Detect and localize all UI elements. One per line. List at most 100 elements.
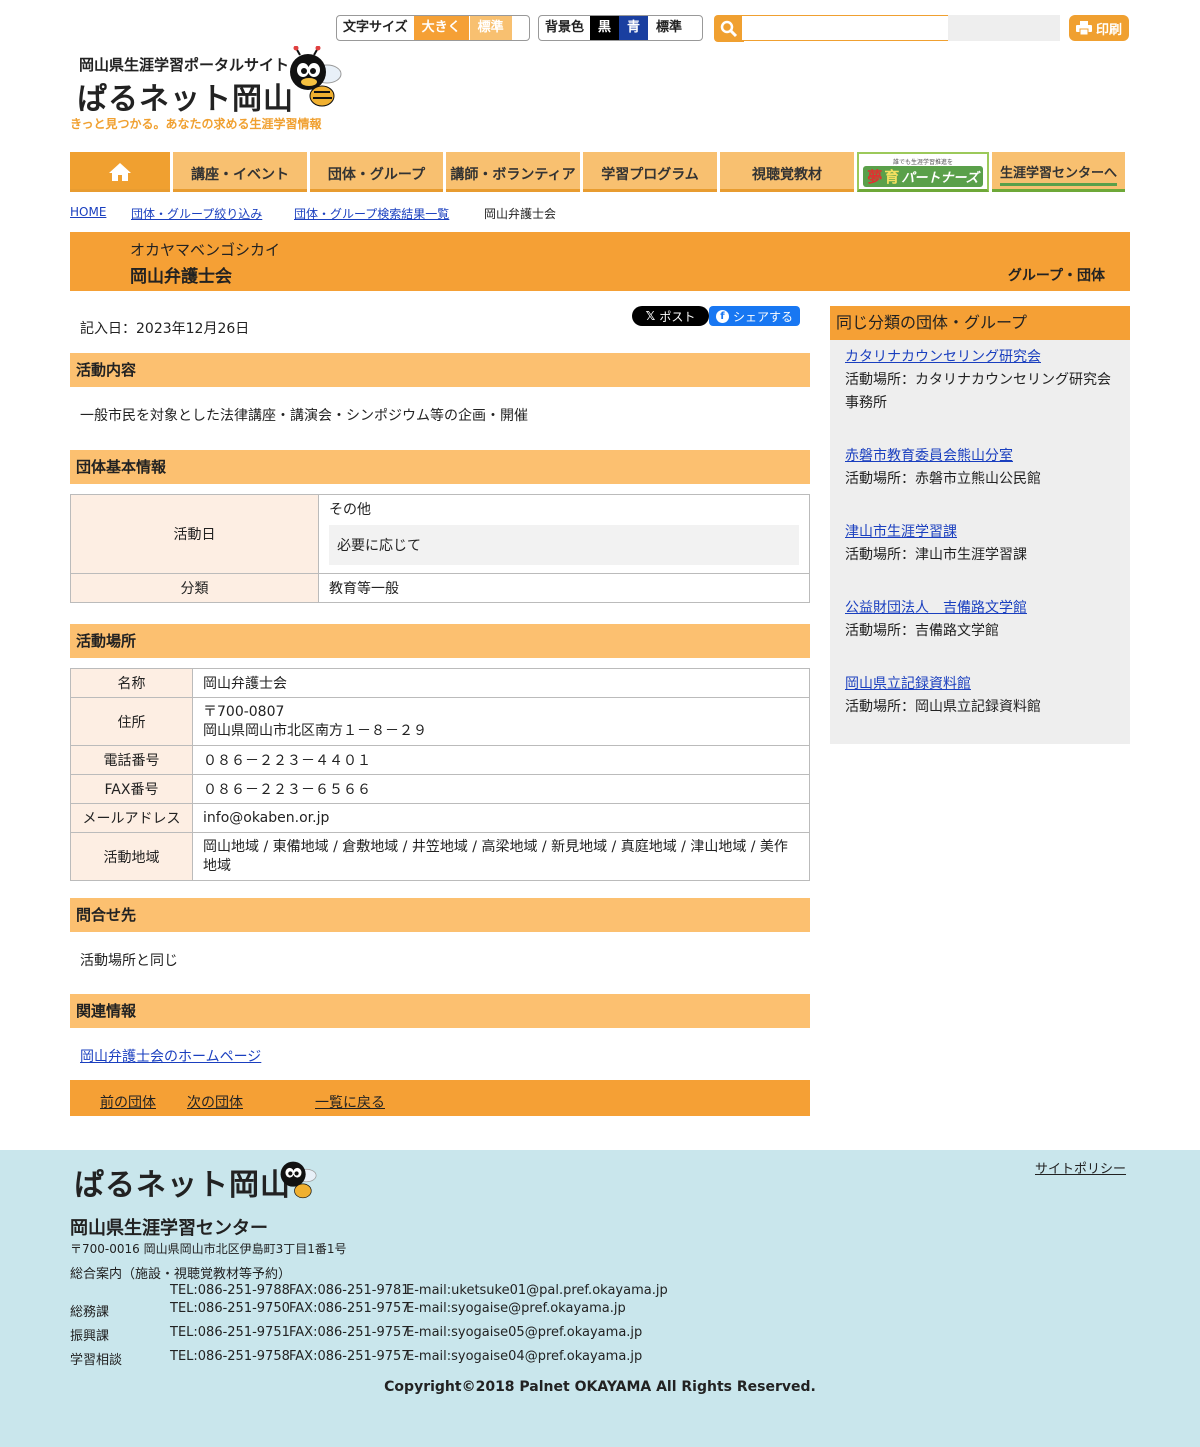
entry-date: 記入日：2023年12月26日 [80,321,250,337]
table-row: 活動地域 岡山地域 / 東備地域 / 倉敷地域 / 井笠地域 / 高梁地域 / … [70,832,810,881]
table-row: 活動日 その他 必要に応じて [70,494,810,574]
place-name-label: 名称 [70,668,193,698]
share-x-label: ポスト [659,309,696,324]
nav-partners-banner[interactable]: 誰でも生涯学習推進を 夢 育 パートナーズ [857,152,989,192]
activity-day-value: その他 [329,502,371,518]
nav-center-link[interactable]: 生涯学習センターへ [992,152,1125,192]
breadcrumb-results[interactable]: 団体・グループ検索結果一覧 [294,205,449,222]
logo-subtitle: 岡山県生涯学習ポータルサイト [79,56,290,74]
footer-row-fax: FAX:086-251-9757 [289,1301,410,1316]
breadcrumb-current: 岡山弁護士会 [484,207,557,221]
nav-av-materials[interactable]: 視聴覚教材 [720,152,854,192]
nav-courses[interactable]: 講座・イベント [173,152,307,192]
fax-value: ０８６－２２３－６５６６ [192,774,810,804]
search-submit[interactable] [948,15,1060,41]
bg-black-button[interactable]: 黒 [590,16,620,40]
sidebar-heading: 同じ分類の団体・グループ [830,306,1130,340]
next-group-link[interactable]: 次の団体 [187,1092,243,1112]
footer-logo[interactable]: ぱるネット岡山 [74,1160,291,1204]
print-label: 印刷 [1095,22,1122,38]
sidebar-item-place: 活動場所：吉備路文学館 [845,623,999,639]
footer-row-fax: FAX:086-251-9757 [289,1349,410,1364]
footer-row-tel: TEL:086-251-9788 [170,1283,290,1298]
sidebar-item-link[interactable]: 赤磐市教育委員会熊山分室 [845,448,1013,464]
table-row: 分類 教育等一般 [70,573,810,603]
list-item: カタリナカウンセリング研究会 活動場所：カタリナカウンセリング研究会事務所 [845,346,1120,415]
basic-info-table: 活動日 その他 必要に応じて 分類 教育等一般 [70,494,810,603]
footer-row-mail: E-mail:syogaise05@pref.okayama.jp [406,1325,643,1340]
table-row: 名称 岡山弁護士会 [70,668,810,698]
share-fb-label: シェアする [732,309,793,324]
share-facebook-button[interactable]: f シェアする [709,306,800,326]
nav-groups[interactable]: 団体・グループ [310,152,443,192]
site-policy-link[interactable]: サイトポリシー [1035,1158,1126,1177]
search-icon [720,20,738,37]
sidebar-item-place: 活動場所：津山市生涯学習課 [845,547,1027,563]
title-category: グループ・団体 [1007,268,1105,284]
page-title-band: オカヤマベンゴシカイ 岡山弁護士会 グループ・団体 [70,232,1130,291]
footer-row-label: 振興課 [70,1329,110,1344]
related-groups-sidebar: 同じ分類の団体・グループ カタリナカウンセリング研究会 活動場所：カタリナカウン… [830,306,1130,744]
back-to-list-link[interactable]: 一覧に戻る [315,1092,385,1112]
sidebar-item-link[interactable]: カタリナカウンセリング研究会 [845,349,1041,365]
fax-label: FAX番号 [70,774,193,804]
footer: ぱるネット岡山 サイトポリシー 岡山県生涯学習センター 〒700-0016 岡山… [0,1150,1200,1447]
tel-label: 電話番号 [70,745,193,775]
footer-row-mail: E-mail:syogaise@pref.okayama.jp [406,1301,626,1316]
footer-row-label: 学習相談 [70,1353,123,1368]
bg-blue-button[interactable]: 青 [619,16,649,40]
area-value: 岡山地域 / 東備地域 / 倉敷地域 / 井笠地域 / 高梁地域 / 新見地域 … [192,832,810,881]
activity-day-note: 必要に応じて [329,525,799,565]
activity-text: 一般市民を対象とした法律講座・講演会・シンポジウム等の企画・開催 [80,408,528,424]
search-input[interactable] [742,15,948,41]
font-size-control: 文字サイズ 大きく 標準 [336,15,530,41]
footer-row-tel: TEL:086-251-9750 [170,1301,290,1316]
sidebar-item-link[interactable]: 津山市生涯学習課 [845,524,957,540]
bee-mascot-icon [290,46,342,107]
bg-color-label: 背景色 [545,20,585,35]
site-logo[interactable]: ぱるネット岡山 [77,74,294,118]
font-large-button[interactable]: 大きく [413,16,469,40]
list-item: 津山市生涯学習課 活動場所：津山市生涯学習課 [845,521,1120,567]
category-value: 教育等一般 [318,573,810,603]
partners-iku: 育 [884,167,900,186]
prev-group-link[interactable]: 前の団体 [100,1092,156,1112]
breadcrumb-filter[interactable]: 団体・グループ絞り込み [131,205,262,222]
footer-general: 総合案内（施設・視聴覚教材等予約） [70,1267,292,1282]
share-x-button[interactable]: 𝕏 ポスト [632,306,709,326]
nav-programs[interactable]: 学習プログラム [583,152,717,192]
nav-home[interactable] [70,152,170,192]
breadcrumb-home[interactable]: HOME [70,205,106,219]
related-heading: 関連情報 [70,994,810,1028]
partners-yume: 夢 [867,167,883,186]
font-standard-button[interactable]: 標準 [468,16,512,40]
bg-color-control: 背景色 黒 青 標準 [538,15,703,41]
activity-day-cell: その他 必要に応じて [318,494,810,574]
footer-address: 〒700-0016 岡山県岡山市北区伊島町3丁目1番1号 [70,1242,347,1256]
bg-standard-button[interactable]: 標準 [648,16,691,40]
footer-row-mail: E-mail:uketsuke01@pal.pref.okayama.jp [406,1283,668,1298]
sidebar-item-place: 活動場所：岡山県立記録資料館 [845,699,1041,715]
footer-org-name: 岡山県生涯学習センター [70,1218,268,1239]
area-label: 活動地域 [70,832,193,881]
print-button[interactable]: 印刷 [1069,15,1129,41]
tel-value: ０８６－２２３－４４０１ [192,745,810,775]
font-size-label: 文字サイズ [343,20,408,35]
footer-row-tel: TEL:086-251-9758 [170,1349,290,1364]
print-icon [1075,21,1092,35]
address-label: 住所 [70,697,193,746]
place-table: 名称 岡山弁護士会 住所 〒700-0807 岡山県岡山市北区南方１－８－２９ … [70,668,810,881]
search-button[interactable] [714,15,744,42]
basic-info-heading: 団体基本情報 [70,450,810,484]
address-cell: 〒700-0807 岡山県岡山市北区南方１－８－２９ [192,697,810,746]
bee-mascot-icon [280,1161,317,1199]
sidebar-item-link[interactable]: 岡山県立記録資料館 [845,676,971,692]
nav-lecturers[interactable]: 講師・ボランティア [446,152,580,192]
x-logo-icon: 𝕏 [645,309,656,323]
partners-label: パートナーズ [901,170,979,186]
postal-code: 〒700-0807 [203,703,285,720]
table-row: 住所 〒700-0807 岡山県岡山市北区南方１－８－２９ [70,697,810,746]
copyright: Copyright©2018 Palnet OKAYAMA All Rights… [384,1379,816,1395]
related-homepage-link[interactable]: 岡山弁護士会のホームページ [80,1046,261,1066]
sidebar-item-link[interactable]: 公益財団法人 吉備路文学館 [845,600,1027,616]
